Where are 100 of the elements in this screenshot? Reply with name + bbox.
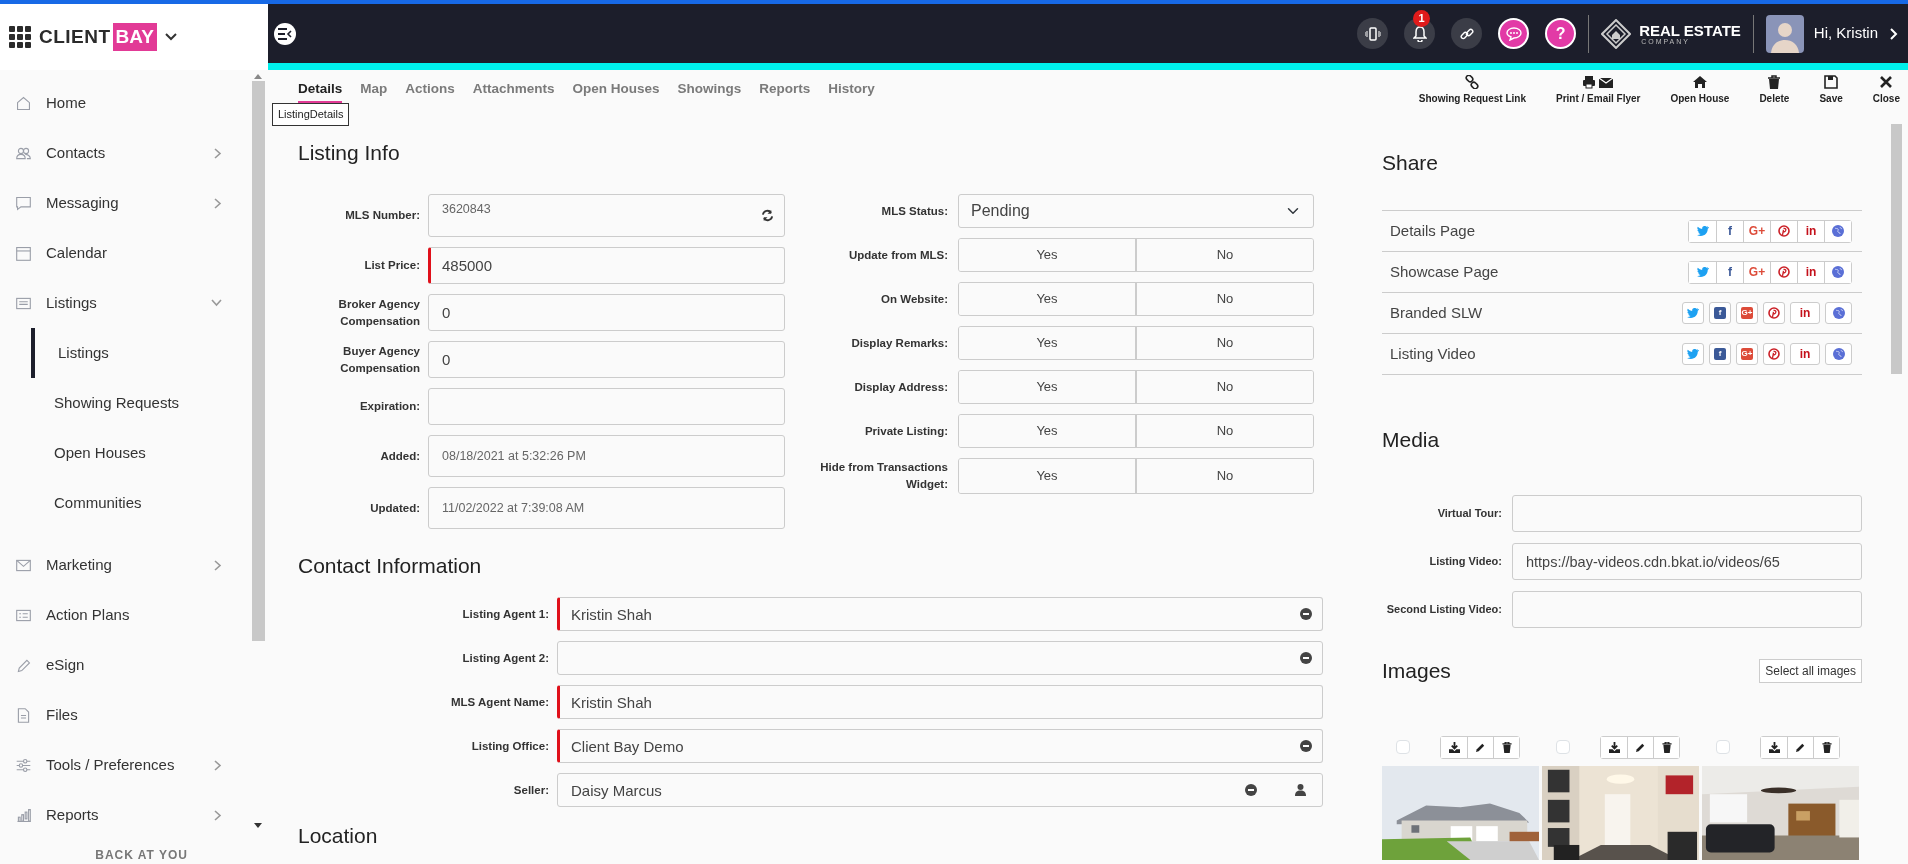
chat-button[interactable] bbox=[1498, 18, 1530, 49]
website-button[interactable] bbox=[1825, 302, 1852, 324]
sidebar-item[interactable]: eSign bbox=[0, 640, 248, 690]
sidebar-subitem[interactable]: Open Houses bbox=[31, 428, 248, 478]
remove-icon[interactable] bbox=[1245, 784, 1257, 796]
delete-button[interactable]: Delete bbox=[1759, 74, 1790, 106]
bird-icon bbox=[1687, 308, 1699, 318]
status-select[interactable]: Pending bbox=[958, 194, 1314, 228]
calendar-icon bbox=[15, 244, 32, 262]
bird-icon bbox=[1696, 267, 1709, 277]
share-label: Branded SLW bbox=[1390, 302, 1483, 323]
toggle-option[interactable]: No bbox=[1135, 283, 1313, 315]
input-field[interactable]: Daisy Marcus bbox=[557, 773, 1323, 807]
tab[interactable]: History bbox=[828, 76, 875, 104]
pinterest-button[interactable] bbox=[1763, 302, 1785, 324]
chevron-right-icon[interactable] bbox=[1890, 27, 1898, 40]
close-button[interactable]: Close bbox=[1872, 74, 1900, 106]
toggle-option[interactable]: No bbox=[1135, 371, 1313, 403]
delete-button[interactable] bbox=[1493, 736, 1519, 758]
sidebar-subitem[interactable]: Listings bbox=[31, 328, 248, 378]
toggle-option[interactable]: No bbox=[1135, 459, 1313, 493]
remove-icon[interactable] bbox=[1300, 740, 1312, 752]
toggle-option[interactable]: No bbox=[1135, 327, 1313, 359]
delete-button[interactable] bbox=[1653, 736, 1679, 758]
image-checkbox[interactable] bbox=[1716, 740, 1730, 754]
trash-icon bbox=[1821, 741, 1832, 753]
link-icon bbox=[1465, 74, 1480, 89]
bird-icon bbox=[1687, 349, 1699, 359]
toggle-option[interactable]: No bbox=[1135, 415, 1313, 447]
scrollbar-thumb[interactable] bbox=[1891, 124, 1902, 374]
toggle-option[interactable]: No bbox=[1135, 239, 1313, 271]
refresh-icon[interactable] bbox=[761, 209, 774, 222]
delete-button[interactable] bbox=[1813, 736, 1839, 758]
speech-bubble-icon bbox=[15, 194, 32, 212]
tab[interactable]: Reports bbox=[759, 76, 811, 104]
linkedin-button[interactable]: in bbox=[1790, 302, 1820, 324]
avatar[interactable] bbox=[1765, 14, 1804, 53]
tab[interactable]: Open Houses bbox=[572, 76, 660, 104]
sidebar-subitem[interactable]: Showing Requests bbox=[31, 378, 248, 428]
section-heading: Contact Information bbox=[298, 553, 483, 579]
grid-menu-icon[interactable] bbox=[9, 26, 31, 48]
tab[interactable]: Attachments bbox=[472, 76, 555, 104]
sidebar-item[interactable]: Home bbox=[0, 78, 248, 128]
field-label: Display Address: bbox=[853, 379, 949, 395]
image-checkbox[interactable] bbox=[1556, 740, 1570, 754]
sidebar-item[interactable]: Calendar bbox=[0, 228, 248, 278]
vibrate-button[interactable] bbox=[1357, 18, 1389, 49]
website-button[interactable] bbox=[1824, 220, 1851, 242]
sidebar-item[interactable]: Files bbox=[0, 690, 248, 740]
scroll-down-icon[interactable] bbox=[254, 823, 262, 828]
sidebar-item[interactable]: Reports bbox=[0, 790, 248, 840]
user-greeting[interactable]: Hi, Kristin bbox=[1813, 22, 1878, 45]
twitter-button[interactable] bbox=[1682, 343, 1704, 365]
field-label: MLS Number: bbox=[344, 208, 421, 223]
sidebar-item[interactable]: Tools / Preferences bbox=[0, 740, 248, 790]
scrollbar-thumb[interactable] bbox=[251, 81, 265, 641]
select-all-button[interactable]: Select all images bbox=[1759, 659, 1862, 683]
website-button[interactable] bbox=[1825, 343, 1852, 365]
website-button[interactable] bbox=[1824, 261, 1851, 283]
globe-icon bbox=[1832, 266, 1844, 278]
chevron-down-icon[interactable] bbox=[165, 33, 177, 41]
sidebar-item[interactable]: Contacts bbox=[0, 128, 248, 178]
person-icon[interactable] bbox=[1295, 784, 1306, 796]
facebook-button[interactable]: f bbox=[1709, 302, 1731, 324]
scroll-up-icon[interactable] bbox=[254, 74, 262, 79]
open-house-button[interactable]: Open House bbox=[1670, 74, 1730, 106]
facebook-button[interactable]: f bbox=[1709, 343, 1731, 365]
twitter-button[interactable] bbox=[1682, 302, 1704, 324]
field-label: MLS Status: bbox=[880, 203, 949, 219]
remove-icon[interactable] bbox=[1300, 608, 1312, 620]
tab[interactable]: Actions bbox=[405, 76, 455, 104]
remove-icon[interactable] bbox=[1300, 652, 1312, 664]
tab[interactable]: Map bbox=[360, 76, 388, 104]
print-email-flyer-button[interactable]: Print / Email Flyer bbox=[1556, 74, 1641, 106]
logo-highlight: BAY bbox=[112, 22, 157, 52]
pinterest-button[interactable] bbox=[1763, 343, 1785, 365]
field-label: Update from MLS: bbox=[847, 247, 949, 263]
sidebar-item[interactable]: Listings bbox=[0, 278, 248, 328]
link-button[interactable] bbox=[1451, 18, 1483, 49]
google-plus-button[interactable]: G+ bbox=[1736, 343, 1758, 365]
help-button[interactable]: ? bbox=[1545, 18, 1577, 49]
field-label: Display Remarks: bbox=[850, 335, 949, 351]
sidebar-item[interactable]: Marketing bbox=[0, 540, 248, 590]
showing-request-link-button[interactable]: Showing Request Link bbox=[1418, 74, 1526, 106]
section-heading: Location bbox=[298, 823, 379, 849]
section-heading: Images bbox=[1382, 658, 1451, 684]
sidebar-item[interactable]: Action Plans bbox=[0, 590, 248, 640]
collapse-sidebar-button[interactable] bbox=[274, 22, 296, 45]
sidebar-item[interactable]: Messaging bbox=[0, 178, 248, 228]
field-label: Hide from Transactions Widget: bbox=[819, 460, 949, 492]
field-label: Expiration: bbox=[358, 399, 421, 414]
linkedin-button[interactable]: in bbox=[1790, 343, 1820, 365]
tab[interactable]: Showings bbox=[677, 76, 742, 104]
sidebar-subitem[interactable]: Communities bbox=[31, 478, 248, 528]
google-plus-button[interactable]: G+ bbox=[1736, 302, 1758, 324]
text-input[interactable]: Daisy Marcus bbox=[558, 774, 1245, 806]
image-checkbox[interactable] bbox=[1396, 740, 1410, 754]
save-button[interactable]: Save bbox=[1819, 74, 1843, 106]
download-icon bbox=[1768, 741, 1780, 753]
download-icon bbox=[1608, 741, 1620, 753]
